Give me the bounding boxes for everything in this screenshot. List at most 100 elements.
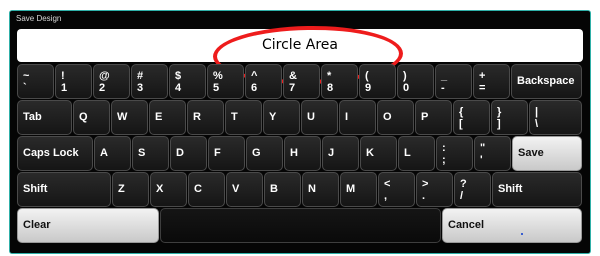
key-shift-symbol: * (327, 70, 332, 82)
backslash-key[interactable]: | \ (529, 100, 582, 135)
key-shift-symbol: $ (175, 70, 182, 82)
screen: Save Design Circle Area ~ `! 1 @2 #3 $4% 5 ^ 6 & 7… (0, 0, 600, 256)
key-label: G (252, 147, 261, 159)
key-label: Caps Lock (23, 147, 79, 159)
b-key[interactable]: B (264, 172, 301, 207)
key-shift-symbol: @ (99, 70, 110, 82)
key-shift-symbol: } (497, 106, 502, 118)
key-label: Cancel (448, 219, 485, 231)
key-label: Save (518, 147, 544, 159)
q-key[interactable]: Q (73, 100, 110, 135)
cancel-key[interactable]: Cancel (442, 208, 582, 243)
key-base-symbol: 1 (61, 82, 68, 94)
1-key[interactable]: ! 1 (55, 64, 92, 99)
semicolon-key[interactable]: :; (436, 136, 473, 171)
save-key[interactable]: Save (512, 136, 582, 171)
key-base-symbol: 2 (99, 82, 106, 94)
key-shift-symbol: < (384, 178, 391, 190)
key-base-symbol: ] (497, 118, 501, 130)
slash-key[interactable]: ? / (454, 172, 491, 207)
m-key[interactable]: M (340, 172, 377, 207)
v-key[interactable]: V (226, 172, 263, 207)
key-base-symbol: = (479, 82, 486, 94)
i-key[interactable]: I (339, 100, 376, 135)
space-key[interactable] (160, 208, 441, 243)
key-label: Backspace (517, 75, 575, 87)
backspace-key[interactable]: Backspace (511, 64, 582, 99)
key-label: R (193, 111, 201, 123)
z-key[interactable]: Z (112, 172, 149, 207)
caps-lock-key[interactable]: Caps Lock (17, 136, 93, 171)
0-key[interactable]: ) 0 (397, 64, 434, 99)
key-shift-symbol: { (459, 106, 464, 118)
a-key[interactable]: A (94, 136, 131, 171)
backtick-key[interactable]: ~ ` (17, 64, 54, 99)
equals-key[interactable]: + = (473, 64, 510, 99)
x-key[interactable]: X (150, 172, 187, 207)
design-name-value: Circle Area (262, 37, 338, 53)
key-base-symbol: ' (480, 154, 483, 166)
comma-key[interactable]: <, (378, 172, 415, 207)
h-key[interactable]: H (284, 136, 321, 171)
tab-key[interactable]: Tab (17, 100, 72, 135)
f-key[interactable]: F (208, 136, 245, 171)
key-base-symbol: 0 (403, 82, 410, 94)
e-key[interactable]: E (149, 100, 186, 135)
c-key[interactable]: C (188, 172, 225, 207)
8-key[interactable]: * 8 (321, 64, 358, 99)
y-key[interactable]: Y (263, 100, 300, 135)
j-key[interactable]: J (322, 136, 359, 171)
quote-key[interactable]: " ' (474, 136, 511, 171)
k-key[interactable]: K (360, 136, 397, 171)
key-label: Tab (23, 111, 42, 123)
key-label: N (308, 183, 316, 195)
g-key[interactable]: G (246, 136, 283, 171)
n-key[interactable]: N (302, 172, 339, 207)
key-label: P (421, 111, 429, 123)
r-key[interactable]: R (187, 100, 224, 135)
key-base-symbol: 7 (289, 82, 296, 94)
design-name-field[interactable]: Circle Area (17, 29, 583, 62)
key-shift-symbol: " (480, 142, 486, 154)
key-shift-symbol: _ (441, 70, 448, 82)
u-key[interactable]: U (301, 100, 338, 135)
t-key[interactable]: T (225, 100, 262, 135)
7-key[interactable]: & 7 (283, 64, 320, 99)
key-shift-symbol: ~ (23, 70, 30, 82)
key-label: D (176, 147, 184, 159)
window-title: Save Design (16, 14, 62, 23)
9-key[interactable]: (9 (359, 64, 396, 99)
period-key[interactable]: >. (416, 172, 453, 207)
left-bracket-key[interactable]: {[ (453, 100, 490, 135)
key-label: O (383, 111, 392, 123)
right-bracket-key[interactable]: }] (491, 100, 528, 135)
5-key[interactable]: % 5 (207, 64, 244, 99)
key-label: F (214, 147, 221, 159)
l-key[interactable]: L (398, 136, 435, 171)
3-key[interactable]: #3 (131, 64, 168, 99)
6-key[interactable]: ^ 6 (245, 64, 282, 99)
key-label: C (194, 183, 202, 195)
o-key[interactable]: O (377, 100, 414, 135)
w-key[interactable]: W (111, 100, 148, 135)
key-base-symbol: , (384, 190, 388, 202)
key-label: Z (118, 183, 125, 195)
key-label: Y (269, 111, 277, 123)
key-shift-symbol: & (289, 70, 297, 82)
4-key[interactable]: $4 (169, 64, 206, 99)
clear-key[interactable]: Clear (17, 208, 159, 243)
2-key[interactable]: @2 (93, 64, 130, 99)
key-base-symbol: 8 (327, 82, 334, 94)
key-label: Q (79, 111, 88, 123)
key-label: Shift (498, 183, 523, 195)
shift-key-right[interactable]: Shift (492, 172, 582, 207)
minus-key[interactable]: _ - (435, 64, 472, 99)
key-shift-symbol: ! (61, 70, 65, 82)
key-label: V (232, 183, 240, 195)
shift-key-left[interactable]: Shift (17, 172, 111, 207)
d-key[interactable]: D (170, 136, 207, 171)
key-label: Clear (23, 219, 51, 231)
s-key[interactable]: S (132, 136, 169, 171)
key-base-symbol: \ (535, 118, 539, 130)
p-key[interactable]: P (415, 100, 452, 135)
